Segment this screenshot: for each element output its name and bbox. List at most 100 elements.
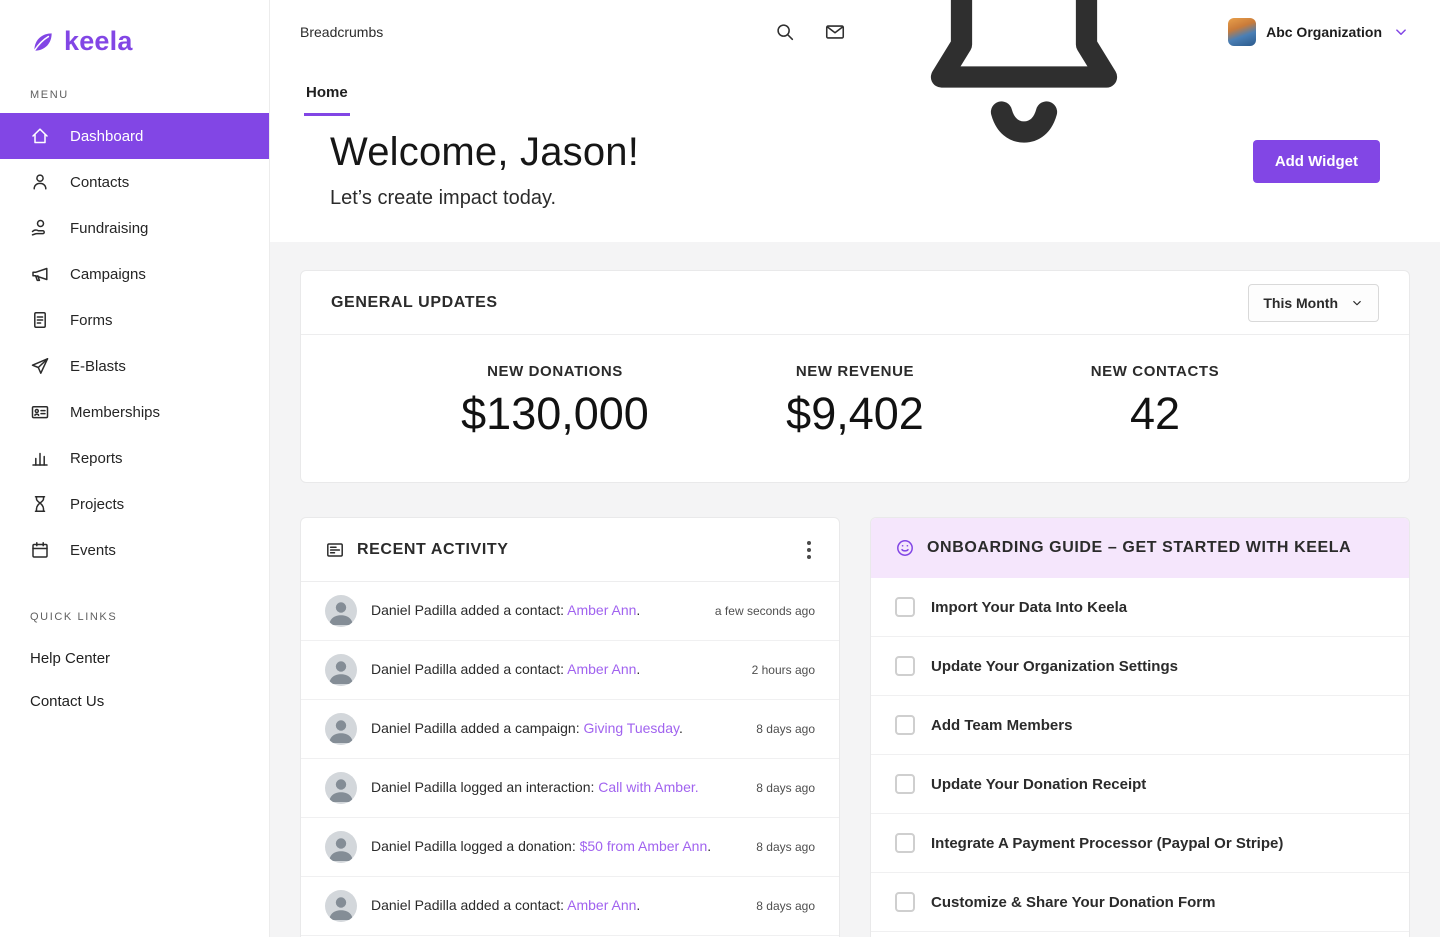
onboarding-card: ONBOARDING GUIDE – GET STARTED WITH KEEL…: [870, 517, 1410, 937]
activity-link[interactable]: Giving Tuesday: [583, 720, 678, 736]
sidebar-item-label: Campaigns: [70, 266, 146, 283]
activity-suffix: .: [636, 602, 640, 618]
activity-timestamp: 8 days ago: [756, 781, 815, 795]
sidebar-item-reports[interactable]: Reports: [0, 435, 269, 481]
onboarding-item-label: Customize & Share Your Donation Form: [931, 894, 1215, 911]
activity-link[interactable]: Amber Ann: [567, 602, 636, 618]
mail-icon[interactable]: [824, 21, 846, 43]
sidebar-item-label: Reports: [70, 450, 123, 467]
onboarding-item-integrate-a-payment-processor-paypal-or-stripe: Integrate A Payment Processor (Paypal Or…: [871, 814, 1409, 873]
activity-row: Daniel Padilla added a campaign: Giving …: [301, 700, 839, 759]
bell-icon: [874, 0, 1174, 182]
tab-home[interactable]: Home: [304, 84, 350, 116]
activity-list: Daniel Padilla added a contact: Amber An…: [301, 582, 839, 936]
activity-row: Daniel Padilla added a contact: Amber An…: [301, 877, 839, 936]
activity-suffix: .: [636, 661, 640, 677]
checkbox[interactable]: [895, 892, 915, 912]
activity-text: Daniel Padilla logged a donation: $50 fr…: [371, 837, 742, 857]
sidebar-item-label: Events: [70, 542, 116, 559]
quick-links-section-label: QUICK LINKS: [0, 601, 269, 635]
sidebar-item-memberships[interactable]: Memberships: [0, 389, 269, 435]
onboarding-header: ONBOARDING GUIDE – GET STARTED WITH KEEL…: [871, 518, 1409, 578]
stat-new-revenue: NEW REVENUE$9,402: [705, 363, 1005, 440]
topbar: Breadcrumbs 19 Abc Organization: [270, 0, 1440, 64]
checkbox[interactable]: [895, 597, 915, 617]
stat-new-contacts: NEW CONTACTS42: [1005, 363, 1305, 440]
notifications-button[interactable]: 19: [874, 0, 1174, 182]
sidebar-item-label: E-Blasts: [70, 358, 126, 375]
onboarding-item-update-your-donation-receipt: Update Your Donation Receipt: [871, 755, 1409, 814]
onboarding-item-label: Update Your Organization Settings: [931, 658, 1178, 675]
megaphone-icon: [30, 264, 50, 284]
onboarding-item-customize-share-your-donation-form: Customize & Share Your Donation Form: [871, 873, 1409, 932]
activity-link[interactable]: Amber Ann: [567, 661, 636, 677]
user-avatar: [325, 890, 357, 922]
activity-suffix: .: [707, 838, 711, 854]
activity-prefix: Daniel Padilla added a contact:: [371, 661, 567, 677]
bar-chart-icon: [30, 448, 50, 468]
sidebar-item-label: Dashboard: [70, 128, 143, 145]
main-area: Breadcrumbs 19 Abc Organization: [270, 0, 1440, 937]
sidebar-item-forms[interactable]: Forms: [0, 297, 269, 343]
sidebar-item-events[interactable]: Events: [0, 527, 269, 573]
stat-value: $130,000: [405, 388, 705, 440]
more-options-button[interactable]: [803, 535, 815, 565]
keela-logo[interactable]: keela: [0, 0, 269, 79]
page-subtitle: Let’s create impact today.: [330, 187, 639, 210]
activity-timestamp: 8 days ago: [756, 722, 815, 736]
search-icon[interactable]: [774, 21, 796, 43]
activity-prefix: Daniel Padilla logged an interaction:: [371, 779, 598, 795]
recent-activity-header: RECENT ACTIVITY: [301, 518, 839, 582]
stat-label: NEW DONATIONS: [405, 363, 705, 380]
organization-menu[interactable]: Abc Organization: [1228, 18, 1410, 46]
stat-label: NEW CONTACTS: [1005, 363, 1305, 380]
sidebar-item-fundraising[interactable]: Fundraising: [0, 205, 269, 251]
onboarding-list: Import Your Data Into Keela Update Your O…: [871, 578, 1409, 932]
form-icon: [30, 310, 50, 330]
activity-link[interactable]: $50 from Amber Ann: [580, 838, 708, 854]
quick-link-contact-us[interactable]: Contact Us: [0, 680, 269, 723]
sidebar-item-e-blasts[interactable]: E-Blasts: [0, 343, 269, 389]
tabs-bar: Home: [270, 64, 1440, 116]
activity-link[interactable]: Amber Ann: [567, 897, 636, 913]
general-updates-title: GENERAL UPDATES: [331, 294, 498, 312]
period-selector-value: This Month: [1263, 295, 1338, 311]
activity-text: Daniel Padilla added a contact: Amber An…: [371, 896, 742, 916]
activity-link[interactable]: Call with Amber.: [598, 779, 698, 795]
period-selector[interactable]: This Month: [1248, 284, 1379, 322]
dashboard-widgets: GENERAL UPDATES This Month NEW DONATIONS…: [270, 242, 1440, 937]
activity-prefix: Daniel Padilla added a campaign:: [371, 720, 583, 736]
onboarding-item-update-your-organization-settings: Update Your Organization Settings: [871, 637, 1409, 696]
sidebar-item-campaigns[interactable]: Campaigns: [0, 251, 269, 297]
sidebar-item-projects[interactable]: Projects: [0, 481, 269, 527]
sidebar-item-dashboard[interactable]: Dashboard: [0, 113, 269, 159]
quick-links: Help CenterContact Us: [0, 637, 269, 723]
activity-timestamp: 8 days ago: [756, 840, 815, 854]
add-widget-button[interactable]: Add Widget: [1253, 140, 1380, 183]
brand-wordmark: keela: [64, 28, 133, 55]
checkbox[interactable]: [895, 833, 915, 853]
smiley-icon: [895, 538, 915, 558]
activity-timestamp: 2 hours ago: [752, 663, 815, 677]
onboarding-item-label: Integrate A Payment Processor (Paypal Or…: [931, 835, 1283, 852]
sidebar-item-label: Memberships: [70, 404, 160, 421]
page-head: Home Welcome, Jason! Let’s create impact…: [270, 64, 1440, 242]
quick-link-help-center[interactable]: Help Center: [0, 637, 269, 680]
general-updates-header: GENERAL UPDATES This Month: [301, 271, 1409, 335]
onboarding-item-label: Update Your Donation Receipt: [931, 776, 1146, 793]
checkbox[interactable]: [895, 656, 915, 676]
menu-section-label: MENU: [0, 79, 269, 113]
activity-text: Daniel Padilla added a contact: Amber An…: [371, 660, 738, 680]
onboarding-item-import-your-data-into-keela: Import Your Data Into Keela: [871, 578, 1409, 637]
chevron-down-icon: [1392, 23, 1410, 41]
sidebar-item-contacts[interactable]: Contacts: [0, 159, 269, 205]
chevron-down-icon: [1350, 296, 1364, 310]
activity-prefix: Daniel Padilla logged a donation:: [371, 838, 580, 854]
activity-row: Daniel Padilla logged an interaction: Ca…: [301, 759, 839, 818]
page-content: Home Welcome, Jason! Let’s create impact…: [270, 64, 1440, 937]
onboarding-item-label: Import Your Data Into Keela: [931, 599, 1127, 616]
checkbox[interactable]: [895, 774, 915, 794]
recent-activity-title: RECENT ACTIVITY: [357, 541, 509, 559]
activity-timestamp: a few seconds ago: [715, 604, 815, 618]
checkbox[interactable]: [895, 715, 915, 735]
